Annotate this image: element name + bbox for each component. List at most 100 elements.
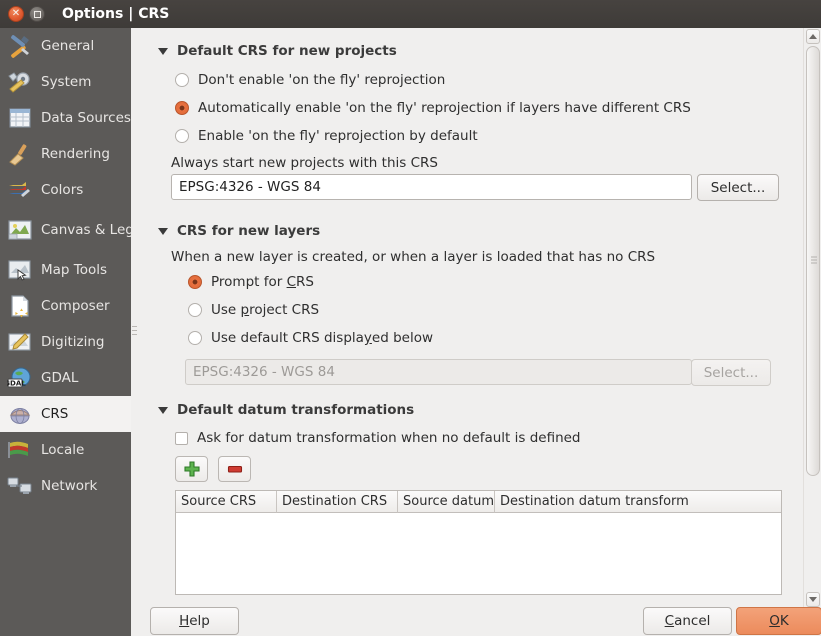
column-header-destination-datum-transform[interactable]: Destination datum transform: [495, 491, 781, 513]
sidebar-item-label: Canvas & Legend: [41, 223, 131, 237]
sidebar-item-label: Locale: [41, 443, 84, 457]
map-cursor-icon: [6, 257, 34, 283]
gdal-globe-icon: GDAL: [6, 365, 34, 391]
group-datum-title: Default datum transformations: [177, 402, 414, 418]
sidebar-item-label: CRS: [41, 407, 68, 421]
add-datum-transform-button[interactable]: [175, 456, 208, 482]
table-grid-icon: [6, 105, 34, 131]
content-vertical-scrollbar[interactable]: [803, 28, 821, 608]
dialog-button-bar: Help Cancel OK: [138, 602, 821, 636]
group-datum-header[interactable]: Default datum transformations: [158, 402, 414, 418]
checkbox-indicator[interactable]: [175, 432, 188, 445]
radio-indicator[interactable]: [175, 129, 189, 143]
sidebar-item-gdal[interactable]: GDAL GDAL: [0, 360, 131, 396]
radio-label: Enable 'on the fly' reprojection by defa…: [198, 128, 478, 144]
new-layer-description: When a new layer is created, or when a l…: [171, 249, 655, 265]
chevron-down-icon: [158, 407, 168, 414]
sidebar-item-label: Digitizing: [41, 335, 104, 349]
select-project-crs-button[interactable]: Select...: [697, 174, 779, 201]
cancel-button[interactable]: Cancel: [643, 607, 732, 635]
group-new-layers-header[interactable]: CRS for new layers: [158, 223, 320, 239]
sidebar-item-label: Data Sources: [41, 111, 131, 125]
hammer-wrench-icon: [6, 33, 34, 59]
radio-indicator[interactable]: [175, 73, 189, 87]
project-crs-input[interactable]: EPSG:4326 - WGS 84: [171, 174, 692, 200]
sidebar-item-composer[interactable]: Composer: [0, 288, 131, 324]
radio-auto-enable-reprojection[interactable]: Automatically enable 'on the fly' reproj…: [175, 100, 691, 116]
default-layer-crs-value: EPSG:4326 - WGS 84: [193, 364, 335, 380]
column-header-source-datum[interactable]: Source datum: [398, 491, 495, 513]
scroll-up-arrow-icon[interactable]: [806, 29, 820, 44]
chevron-down-icon: [158, 48, 168, 55]
radio-label: Use default CRS displayed below: [211, 330, 433, 346]
options-content-pane: Default CRS for new projects Don't enabl…: [138, 28, 801, 600]
sidebar-item-locale[interactable]: Locale: [0, 432, 131, 468]
remove-datum-transform-button[interactable]: [218, 456, 251, 482]
table-header-row: Source CRS Destination CRS Source datum …: [176, 491, 781, 513]
close-icon[interactable]: ✕: [8, 6, 24, 22]
radio-prompt-for-crs[interactable]: Prompt for CRS: [188, 274, 314, 290]
sidebar: General System: [0, 28, 131, 636]
radio-use-project-crs[interactable]: Use project CRS: [188, 302, 319, 318]
checkbox-ask-datum-transformation[interactable]: Ask for datum transformation when no def…: [175, 430, 581, 446]
radio-use-default-crs[interactable]: Use default CRS displayed below: [188, 330, 433, 346]
brush-icon: [6, 141, 34, 167]
group-default-crs-title: Default CRS for new projects: [177, 43, 397, 59]
sidebar-item-general[interactable]: General: [0, 28, 131, 64]
select-button-label: Select...: [704, 365, 759, 381]
radio-dont-enable-reprojection[interactable]: Don't enable 'on the fly' reprojection: [175, 72, 445, 88]
radio-enable-reprojection-default[interactable]: Enable 'on the fly' reprojection by defa…: [175, 128, 478, 144]
scrollbar-grip-icon: [811, 257, 817, 266]
sidebar-item-map-tools[interactable]: Map Tools: [0, 252, 131, 288]
sidebar-item-canvas-legend[interactable]: Canvas & Legend: [0, 208, 131, 252]
chevron-down-icon: [158, 228, 168, 235]
group-new-layers-title: CRS for new layers: [177, 223, 320, 239]
sidebar-item-crs[interactable]: CRS: [0, 396, 131, 432]
sidebar-item-label: General: [41, 39, 94, 53]
cancel-button-label: Cancel: [665, 613, 711, 629]
window-title: Options | CRS: [62, 6, 169, 22]
sidebar-item-label: Map Tools: [41, 263, 107, 277]
ok-button-label: OK: [769, 613, 789, 629]
scrollbar-thumb[interactable]: [806, 46, 820, 476]
radio-indicator[interactable]: [175, 101, 189, 115]
sidebar-item-label: GDAL: [41, 371, 78, 385]
radio-indicator[interactable]: [188, 303, 202, 317]
radio-indicator[interactable]: [188, 275, 202, 289]
title-bar: ✕ Options | CRS: [0, 0, 821, 28]
datum-transformations-table[interactable]: Source CRS Destination CRS Source datum …: [175, 490, 782, 595]
sidebar-item-network[interactable]: Network: [0, 468, 131, 504]
composer-page-icon: [6, 293, 34, 319]
help-button-label: Help: [179, 613, 210, 629]
maximize-icon[interactable]: [29, 6, 45, 22]
sidebar-item-digitizing[interactable]: Digitizing: [0, 324, 131, 360]
minus-icon: [227, 461, 243, 477]
digitizing-pencil-icon: [6, 329, 34, 355]
group-default-crs-header[interactable]: Default CRS for new projects: [158, 43, 397, 59]
flag-icon: [6, 437, 34, 463]
plus-icon: [184, 461, 200, 477]
radio-label: Don't enable 'on the fly' reprojection: [198, 72, 445, 88]
sidebar-item-rendering[interactable]: Rendering: [0, 136, 131, 172]
panel-splitter[interactable]: [131, 28, 138, 608]
radio-label: Automatically enable 'on the fly' reproj…: [198, 100, 691, 116]
help-button[interactable]: Help: [150, 607, 239, 635]
network-computers-icon: [6, 473, 34, 499]
radio-label: Use project CRS: [211, 302, 319, 318]
sidebar-item-colors[interactable]: Colors: [0, 172, 131, 208]
radio-indicator[interactable]: [188, 331, 202, 345]
sidebar-item-label: Composer: [41, 299, 110, 313]
svg-text:GDAL: GDAL: [7, 379, 26, 387]
options-dialog: ✕ Options | CRS General: [0, 0, 821, 636]
checkbox-label: Ask for datum transformation when no def…: [197, 430, 581, 446]
sidebar-item-label: Colors: [41, 183, 83, 197]
always-start-projects-label: Always start new projects with this CRS: [171, 155, 438, 171]
ok-button[interactable]: OK: [736, 607, 821, 635]
column-header-destination-crs[interactable]: Destination CRS: [277, 491, 398, 513]
sidebar-item-data-sources[interactable]: Data Sources: [0, 100, 131, 136]
select-default-layer-crs-button: Select...: [691, 359, 771, 386]
sidebar-item-system[interactable]: System: [0, 64, 131, 100]
project-crs-value: EPSG:4326 - WGS 84: [179, 179, 321, 195]
sidebar-item-label: System: [41, 75, 91, 89]
column-header-source-crs[interactable]: Source CRS: [176, 491, 277, 513]
